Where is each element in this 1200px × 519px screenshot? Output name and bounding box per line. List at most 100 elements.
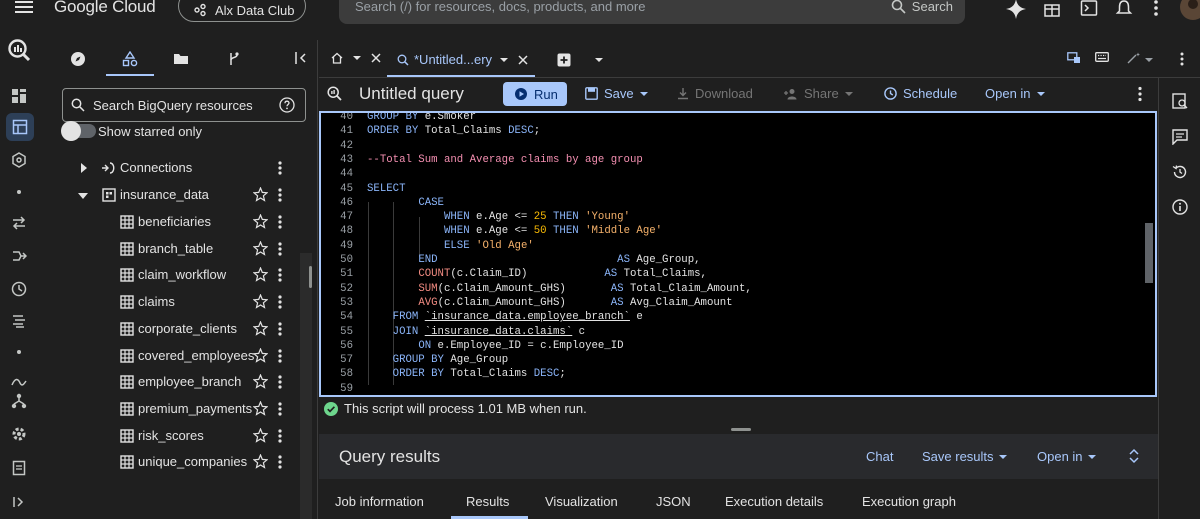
comment-icon[interactable] xyxy=(1172,129,1188,145)
edit-wand-icon[interactable] xyxy=(1127,52,1141,64)
repository-branch-icon[interactable] xyxy=(226,51,242,67)
code-line[interactable]: 51 COUNT(c.Claim_ID) AS Total_Claims, xyxy=(321,267,1141,281)
close-icon[interactable] xyxy=(371,53,381,63)
chat-button[interactable]: Chat xyxy=(866,449,893,464)
sql-editor[interactable]: 40 GROUP BY e.Smoker 41 ORDER BY Total_Clai… xyxy=(319,111,1157,397)
save-button[interactable]: Save xyxy=(585,86,648,101)
more-vert-icon[interactable] xyxy=(277,214,283,230)
chevron-down-icon[interactable] xyxy=(595,57,603,63)
more-vert-icon[interactable] xyxy=(277,294,283,310)
compass-icon[interactable] xyxy=(70,51,86,67)
explorer-search[interactable] xyxy=(62,88,306,122)
tree-item-dataset[interactable]: insurance_data xyxy=(50,184,300,206)
avatar[interactable] xyxy=(1180,0,1200,20)
close-icon[interactable] xyxy=(518,54,528,65)
gemini-sparkle-icon[interactable] xyxy=(1006,0,1026,19)
more-vert-icon[interactable] xyxy=(277,160,283,176)
global-search-button[interactable]: Search xyxy=(891,0,953,14)
star-icon[interactable] xyxy=(253,347,268,363)
split-tab-icon[interactable] xyxy=(1067,52,1081,64)
code-line[interactable]: 54 FROM `insurance_data.employee_branch`… xyxy=(321,310,1141,324)
global-search[interactable]: Search xyxy=(339,0,965,24)
more-vert-icon[interactable] xyxy=(277,428,283,444)
code-line[interactable]: 43 --Total Sum and Average claims by age … xyxy=(321,153,1141,167)
starred-only-toggle[interactable] xyxy=(61,121,96,141)
star-icon[interactable] xyxy=(253,454,268,470)
tab-json[interactable]: JSON xyxy=(656,494,691,509)
tree-item-table[interactable]: unique_companies xyxy=(50,451,300,473)
studio-icon[interactable] xyxy=(6,113,34,141)
code-line[interactable]: 58 ORDER BY Total_Claims DESC; xyxy=(321,367,1141,381)
chevron-down-icon[interactable] xyxy=(500,57,509,63)
more-vert-icon[interactable] xyxy=(277,401,283,417)
star-icon[interactable] xyxy=(253,187,268,202)
google-cloud-logo[interactable]: Google Cloud xyxy=(54,0,156,17)
explorer-scrollbar-thumb[interactable] xyxy=(309,266,312,288)
star-icon[interactable] xyxy=(253,294,268,309)
tab-execution-graph[interactable]: Execution graph xyxy=(862,494,956,509)
code-line[interactable]: 48 WHEN e.Age <= 50 THEN 'Middle Age' xyxy=(321,224,1141,238)
history-icon[interactable] xyxy=(1172,164,1188,180)
tab-untitled-query[interactable]: *Untitled...ery xyxy=(397,52,528,67)
more-vert-icon[interactable] xyxy=(277,267,283,283)
more-vert-icon[interactable] xyxy=(277,374,283,390)
star-icon[interactable] xyxy=(253,267,268,283)
home-tab[interactable] xyxy=(331,52,381,64)
star-icon[interactable] xyxy=(253,214,268,229)
main-menu-icon[interactable] xyxy=(14,0,34,16)
save-results-button[interactable]: Save results xyxy=(922,449,1007,464)
more-vert-icon[interactable] xyxy=(1137,86,1143,102)
star-icon[interactable] xyxy=(253,427,268,443)
code-line[interactable]: 49 ELSE 'Old Age' xyxy=(321,239,1141,253)
query-title[interactable]: Untitled query xyxy=(359,84,464,104)
code-line[interactable]: 46 CASE xyxy=(321,196,1141,210)
notifications-icon[interactable] xyxy=(1115,0,1133,17)
code-line[interactable]: 53 AVG(c.Claim_Amount_GHS) AS Avg_Claim_… xyxy=(321,296,1141,310)
code-line[interactable]: 40 GROUP BY e.Smoker xyxy=(321,113,1141,124)
tree-item-table[interactable]: branch_table xyxy=(50,238,300,260)
analytics-hub-icon[interactable] xyxy=(7,309,31,333)
query-details-icon[interactable] xyxy=(1172,93,1188,109)
cloud-shell-icon[interactable] xyxy=(1080,0,1098,17)
code-line[interactable]: 56 ON e.Employee_ID = c.Employee_ID xyxy=(321,339,1141,353)
tab-execution-details[interactable]: Execution details xyxy=(725,494,823,509)
star-icon[interactable] xyxy=(253,374,268,389)
chevron-down-icon[interactable] xyxy=(1145,57,1153,63)
schedule-button[interactable]: Schedule xyxy=(884,86,957,101)
expand-collapse-icon[interactable] xyxy=(1129,448,1139,464)
settings-hex-icon[interactable] xyxy=(7,148,31,172)
keyboard-icon[interactable] xyxy=(1095,52,1109,62)
explorer-search-input[interactable] xyxy=(93,98,273,113)
download-button[interactable]: Download xyxy=(677,86,753,101)
code-line[interactable]: 55 JOIN `insurance_data.claims` c xyxy=(321,325,1141,339)
explorer-tab-icon[interactable] xyxy=(122,51,138,67)
more-vert-icon[interactable] xyxy=(1179,52,1185,66)
code-line[interactable]: 42 xyxy=(321,139,1141,153)
tree-item-table[interactable]: claims xyxy=(50,291,300,313)
run-button[interactable]: Run xyxy=(503,82,567,106)
explorer-scrollbar-track[interactable] xyxy=(300,253,312,519)
help-icon[interactable] xyxy=(279,97,295,113)
scheduled-queries-icon[interactable] xyxy=(7,277,31,301)
editor-scrollbar-thumb[interactable] xyxy=(1145,223,1153,283)
more-vert-icon[interactable] xyxy=(277,454,283,470)
code-line[interactable]: 50 END AS Age_Group, xyxy=(321,253,1141,267)
pipelines-icon[interactable] xyxy=(7,244,31,268)
share-button[interactable]: Share xyxy=(784,86,853,101)
star-icon[interactable] xyxy=(253,240,268,256)
admin-settings-icon[interactable] xyxy=(7,422,31,446)
collapse-panel-icon[interactable] xyxy=(294,51,308,65)
more-vert-icon[interactable] xyxy=(277,348,283,364)
more-vert-icon[interactable] xyxy=(1153,0,1159,17)
code-line[interactable]: 41 ORDER BY Total_Claims DESC; xyxy=(321,124,1141,138)
code-line[interactable]: 57 GROUP BY Age_Group xyxy=(321,353,1141,367)
tab-job-information[interactable]: Job information xyxy=(335,494,424,509)
bigquery-logo-icon[interactable] xyxy=(7,38,31,62)
code-line[interactable]: 45 SELECT xyxy=(321,182,1141,196)
more-vert-icon[interactable] xyxy=(277,321,283,337)
code-line[interactable]: 44 xyxy=(321,167,1141,181)
more-vert-icon[interactable] xyxy=(277,187,283,203)
code-line[interactable]: 47 WHEN e.Age <= 25 THEN 'Young' xyxy=(321,210,1141,224)
tab-visualization[interactable]: Visualization xyxy=(545,494,618,509)
tree-item-connections[interactable]: Connections xyxy=(50,157,300,179)
